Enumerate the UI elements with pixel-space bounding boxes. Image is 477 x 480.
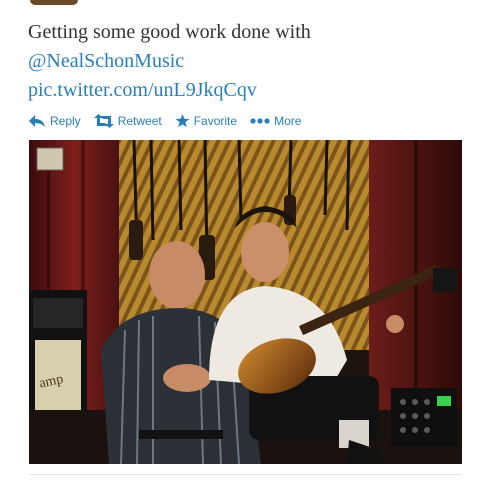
tweet-photo[interactable]: amp [29,140,462,464]
tweet-text-line: Getting some good work done with [28,21,311,43]
avatar[interactable] [30,0,78,5]
pic-link[interactable]: pic.twitter.com/unL9JkqCqv [28,76,468,105]
retweet-label: Retweet [117,114,162,128]
star-icon [175,114,190,128]
more-action[interactable]: More [250,114,301,128]
reply-arrow-icon [28,114,46,128]
retweet-action[interactable]: Retweet [93,114,162,128]
tweet-actions: Reply Retweet Favorite More [28,111,314,131]
ellipsis-icon [250,118,270,124]
retweet-icon [93,114,114,128]
favorite-action[interactable]: Favorite [175,114,237,128]
divider [29,474,462,475]
reply-label: Reply [50,114,81,128]
more-label: More [274,114,302,128]
tweet-text: Getting some good work done with @NealSc… [28,18,468,105]
photo-illustration: amp [29,140,462,464]
favorite-label: Favorite [193,114,238,128]
reply-action[interactable]: Reply [28,114,81,128]
mention-link[interactable]: @NealSchonMusic [28,47,468,76]
